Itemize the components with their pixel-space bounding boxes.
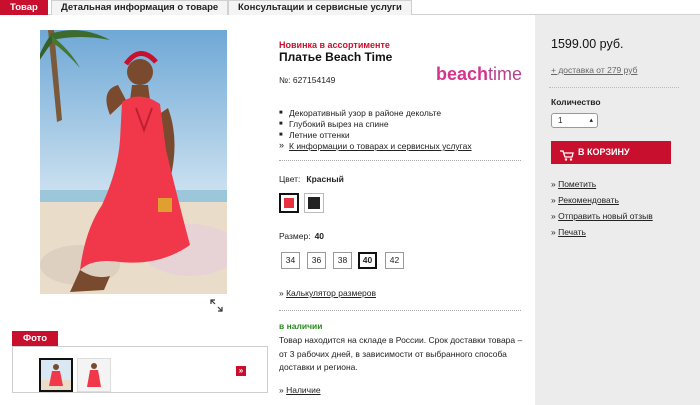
tab-details[interactable]: Детальная информация о товаре [51, 0, 229, 15]
svg-text:beach: beach [436, 64, 488, 84]
svg-text:time: time [488, 64, 522, 84]
brand-logo: beach time [436, 63, 524, 85]
new-arrival-badge: Новинка в ассортименте [279, 40, 390, 50]
product-info-link[interactable]: К информации о товарах и сервисных услуг… [279, 140, 472, 152]
feature-item: Глубокий вырез на спине [279, 119, 472, 130]
color-swatch-black[interactable] [304, 193, 324, 213]
stock-description: Товар находится на складе в России. Срок… [279, 335, 523, 372]
feature-item: Летние оттенки [279, 130, 472, 141]
quantity-label: Количество [551, 97, 601, 107]
tab-product[interactable]: Товар [0, 0, 48, 15]
product-actions: » Пометить » Рекомендовать » Отправить н… [551, 176, 653, 240]
thumbnail-1[interactable] [39, 358, 73, 392]
feature-item: Декоративный узор в районе декольте [279, 108, 472, 119]
size-option[interactable]: 42 [385, 252, 404, 269]
photo-section-tab: Фото [12, 331, 59, 346]
article-number: №: 627154149 [279, 75, 336, 85]
add-to-cart-button[interactable]: В КОРЗИНУ [551, 141, 671, 164]
select-arrows-icon: ▴ [589, 117, 593, 124]
product-main-image[interactable] [40, 30, 227, 294]
availability-link[interactable]: » Наличие [279, 385, 321, 395]
action-print[interactable]: » Печать [551, 224, 653, 240]
quantity-select[interactable]: 1 ▴ [551, 113, 598, 128]
action-send-review[interactable]: » Отправить новый отзыв [551, 208, 653, 224]
delivery-cost-link[interactable]: + доставка от 279 руб [551, 65, 637, 75]
size-option-selected[interactable]: 40 [358, 252, 377, 269]
selected-size: 40 [314, 231, 325, 241]
size-label: Размер: 40 [279, 231, 325, 241]
action-mark[interactable]: » Пометить [551, 176, 653, 192]
thumbnail-2[interactable] [77, 358, 111, 392]
size-option[interactable]: 36 [307, 252, 326, 269]
size-calculator-link[interactable]: » Калькулятор размеров [279, 288, 376, 298]
selected-color: Красный [306, 174, 344, 184]
tab-services[interactable]: Консультации и сервисные услуги [228, 0, 412, 15]
double-chevron-right-icon[interactable]: » [236, 366, 246, 376]
expand-icon[interactable] [210, 299, 223, 312]
price: 1599.00 руб. [551, 37, 624, 51]
product-title: Платье Beach Time [279, 50, 393, 64]
cart-icon [560, 147, 574, 170]
divider [549, 87, 679, 88]
product-tabs: Товар Детальная информация о товаре Конс… [0, 0, 700, 15]
color-label: Цвет: Красный [279, 174, 344, 184]
divider [279, 310, 521, 311]
divider [279, 160, 521, 161]
feature-list: Декоративный узор в районе декольте Глуб… [279, 108, 472, 152]
color-swatch-red[interactable] [279, 193, 299, 213]
stock-status: в наличии [279, 321, 323, 331]
size-option[interactable]: 34 [281, 252, 300, 269]
size-option[interactable]: 38 [333, 252, 352, 269]
action-recommend[interactable]: » Рекомендовать [551, 192, 653, 208]
